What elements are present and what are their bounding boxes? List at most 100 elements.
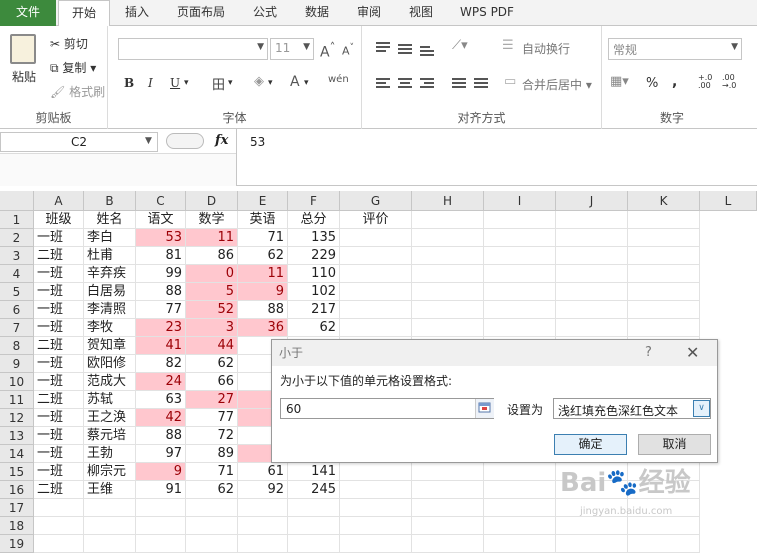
border-icon[interactable]: 田 <box>212 74 225 93</box>
copy-button[interactable]: ⧉ 复制 ▾ <box>50 59 96 76</box>
cell-i5[interactable] <box>484 283 556 301</box>
cell-j19[interactable] <box>556 535 628 553</box>
tab-page-layout[interactable]: 页面布局 <box>166 0 236 26</box>
cell-d19[interactable] <box>186 535 238 553</box>
cell-g6[interactable] <box>340 301 412 319</box>
name-box[interactable]: C2 <box>0 132 158 152</box>
tab-formulas[interactable]: 公式 <box>242 0 288 26</box>
font-size-combo[interactable]: 11 ▼ <box>270 38 314 60</box>
tab-view[interactable]: 视图 <box>398 0 444 26</box>
cell-g7[interactable] <box>340 319 412 337</box>
cell-a14[interactable]: 一班 <box>34 445 84 463</box>
row-header-1[interactable]: 1 <box>0 211 34 229</box>
format-painter-button[interactable]: 🖌 格式刷 <box>50 83 105 100</box>
decrease-decimal-icon[interactable]: .00 →.0 <box>722 74 736 90</box>
column-header-d[interactable]: D <box>186 191 238 211</box>
cell-c7[interactable]: 23 <box>136 319 186 337</box>
tab-file[interactable]: 文件 <box>0 0 56 26</box>
cell-g4[interactable] <box>340 265 412 283</box>
cell-j1[interactable] <box>556 211 628 229</box>
italic-button[interactable]: I <box>148 76 153 90</box>
row-header-18[interactable]: 18 <box>0 517 34 535</box>
cell-k6[interactable] <box>628 301 700 319</box>
cell-k5[interactable] <box>628 283 700 301</box>
cell-b4[interactable]: 辛弃疾 <box>84 265 136 283</box>
merge-center-button[interactable]: 合并后居中 ▾ <box>522 76 592 93</box>
cell-b10[interactable]: 范成大 <box>84 373 136 391</box>
cell-a3[interactable]: 二班 <box>34 247 84 265</box>
cell-i2[interactable] <box>484 229 556 247</box>
row-header-2[interactable]: 2 <box>0 229 34 247</box>
grow-font-button[interactable]: A˄ <box>320 40 335 61</box>
cell-e1[interactable]: 英语 <box>238 211 288 229</box>
cell-i19[interactable] <box>484 535 556 553</box>
paste-button[interactable]: 粘贴 <box>12 68 36 85</box>
align-bottom-icon[interactable] <box>420 46 434 58</box>
cell-a18[interactable] <box>34 517 84 535</box>
cell-h1[interactable] <box>412 211 484 229</box>
column-header-c[interactable]: C <box>136 191 186 211</box>
row-header-9[interactable]: 9 <box>0 355 34 373</box>
cell-b7[interactable]: 李牧 <box>84 319 136 337</box>
cell-h17[interactable] <box>412 499 484 517</box>
tab-home[interactable]: 开始 <box>58 0 110 27</box>
cell-k2[interactable] <box>628 229 700 247</box>
column-header-g[interactable]: G <box>340 191 412 211</box>
range-picker-icon[interactable] <box>475 399 494 418</box>
paste-icon[interactable] <box>10 34 36 64</box>
cell-d6[interactable]: 52 <box>186 301 238 319</box>
cell-a11[interactable]: 二班 <box>34 391 84 409</box>
cell-d7[interactable]: 3 <box>186 319 238 337</box>
cell-e18[interactable] <box>238 517 288 535</box>
cell-f1[interactable]: 总分 <box>288 211 340 229</box>
cell-j4[interactable] <box>556 265 628 283</box>
cell-c1[interactable]: 语文 <box>136 211 186 229</box>
cell-j7[interactable] <box>556 319 628 337</box>
cell-c19[interactable] <box>136 535 186 553</box>
cell-k4[interactable] <box>628 265 700 283</box>
cell-g1[interactable]: 评价 <box>340 211 412 229</box>
bold-button[interactable]: B <box>124 76 134 90</box>
cell-g17[interactable] <box>340 499 412 517</box>
align-right-icon[interactable] <box>420 78 434 90</box>
cell-g2[interactable] <box>340 229 412 247</box>
cell-d16[interactable]: 62 <box>186 481 238 499</box>
cell-c12[interactable]: 42 <box>136 409 186 427</box>
cell-i15[interactable] <box>484 463 556 481</box>
cell-c17[interactable] <box>136 499 186 517</box>
format-select[interactable]: 浅红填充色深红色文本 <box>553 398 711 419</box>
cell-b12[interactable]: 王之涣 <box>84 409 136 427</box>
phonetic-button[interactable]: wén <box>328 74 349 85</box>
cell-h18[interactable] <box>412 517 484 535</box>
cell-c4[interactable]: 99 <box>136 265 186 283</box>
cell-b2[interactable]: 李白 <box>84 229 136 247</box>
formula-input[interactable]: 53 <box>250 135 265 149</box>
row-header-12[interactable]: 12 <box>0 409 34 427</box>
cell-b17[interactable] <box>84 499 136 517</box>
help-icon[interactable]: ? <box>645 345 652 360</box>
cell-b18[interactable] <box>84 517 136 535</box>
cell-c18[interactable] <box>136 517 186 535</box>
cell-e2[interactable]: 71 <box>238 229 288 247</box>
cell-k7[interactable] <box>628 319 700 337</box>
cell-b11[interactable]: 苏轼 <box>84 391 136 409</box>
cell-h5[interactable] <box>412 283 484 301</box>
cell-i16[interactable] <box>484 481 556 499</box>
font-color-button[interactable]: A <box>290 74 300 90</box>
cell-h16[interactable] <box>412 481 484 499</box>
row-header-13[interactable]: 13 <box>0 427 34 445</box>
cell-a15[interactable]: 一班 <box>34 463 84 481</box>
cell-f17[interactable] <box>288 499 340 517</box>
cell-d13[interactable]: 72 <box>186 427 238 445</box>
insert-function-button[interactable]: fx <box>215 133 228 148</box>
cell-h6[interactable] <box>412 301 484 319</box>
cell-j3[interactable] <box>556 247 628 265</box>
cell-j2[interactable] <box>556 229 628 247</box>
cell-d2[interactable]: 11 <box>186 229 238 247</box>
comma-button[interactable]: , <box>672 74 677 90</box>
cell-e19[interactable] <box>238 535 288 553</box>
tab-review[interactable]: 审阅 <box>346 0 392 26</box>
row-header-11[interactable]: 11 <box>0 391 34 409</box>
chevron-down-icon[interactable]: ▾ <box>304 78 309 88</box>
cell-f5[interactable]: 102 <box>288 283 340 301</box>
